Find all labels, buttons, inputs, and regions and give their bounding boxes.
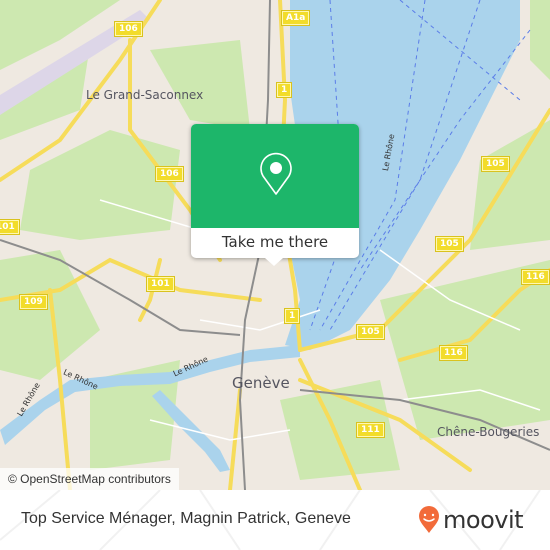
road-shield-111: 111 (356, 422, 385, 438)
place-label-grand-saconnex: Le Grand-Saconnex (86, 88, 204, 102)
map-attribution[interactable]: © OpenStreetMap contributors (0, 468, 179, 490)
take-me-there-button[interactable]: Take me there (191, 228, 359, 258)
road-shield-101: 101 (0, 219, 20, 235)
road-shield-101: 101 (146, 276, 175, 292)
road-shield-105: 105 (435, 236, 464, 252)
road-shield-116: 116 (521, 269, 550, 285)
place-title: Top Service Ménager, Magnin Patrick, Gen… (21, 510, 351, 527)
popup-header (191, 124, 359, 228)
map-view[interactable]: Le Grand-Saconnex Genève Chêne-Bougeries… (0, 0, 550, 490)
road-shield-1: 1 (275, 82, 293, 98)
road-shield-106: 106 (114, 21, 143, 37)
road-shield-a1a: A1a (280, 10, 311, 26)
moovit-wordmark: moovit (443, 506, 524, 534)
footer-bar: Top Service Ménager, Magnin Patrick, Gen… (0, 490, 550, 550)
road-shield-1: 1 (283, 308, 301, 324)
road-shield-106: 106 (155, 166, 184, 182)
moovit-pin-logo-icon (419, 506, 439, 533)
road-shield-116: 116 (439, 345, 468, 361)
place-label-geneve: Genève (232, 374, 290, 392)
location-popup: Take me there (191, 124, 359, 266)
location-pin-icon (260, 152, 292, 195)
place-label-chene-bougeries: Chêne-Bougeries (437, 425, 540, 439)
moovit-brand[interactable]: moovit (418, 506, 524, 534)
road-shield-105: 105 (481, 156, 510, 172)
popup-pointer (265, 258, 283, 266)
road-shield-109: 109 (19, 294, 48, 310)
road-shield-105: 105 (356, 324, 385, 340)
